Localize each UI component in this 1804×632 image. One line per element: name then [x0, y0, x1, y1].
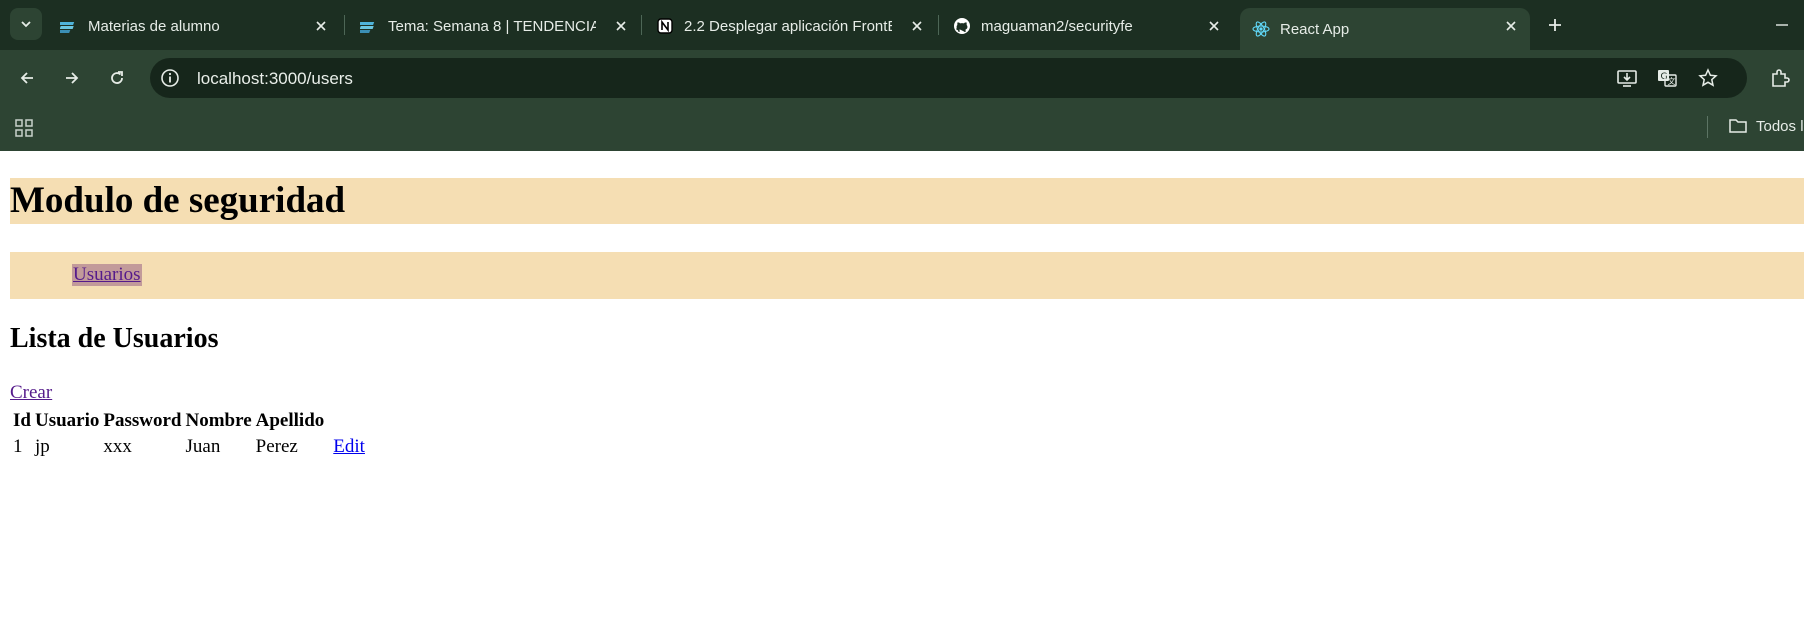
close-icon[interactable]: [312, 17, 330, 35]
cell-password: xxx: [103, 436, 132, 457]
close-icon[interactable]: [908, 17, 926, 35]
back-button[interactable]: [12, 63, 42, 93]
column-header-usuario: Usuario: [34, 410, 100, 431]
bookmark-star-icon[interactable]: [1697, 67, 1719, 89]
folder-icon: [1728, 116, 1748, 136]
cell-nombre: Juan: [185, 436, 221, 457]
close-icon[interactable]: [1502, 17, 1520, 35]
address-bar[interactable]: localhost:3000/users G文: [150, 58, 1747, 98]
tab-divider: [938, 15, 939, 35]
tab-tema[interactable]: Tema: Semana 8 | TENDENCIAS: [348, 8, 640, 44]
notion-icon: [656, 17, 674, 35]
translate-icon[interactable]: G文: [1656, 67, 1678, 89]
column-header-actions: [327, 409, 369, 433]
cell-apellido: Perez: [255, 436, 298, 457]
tab-title: maguaman2/securityfe: [981, 17, 1133, 35]
browser-chrome: Materias de alumno Tema: Semana 8 | TEND…: [0, 0, 1804, 151]
close-icon[interactable]: [1205, 17, 1223, 35]
cell-actions: Edit: [327, 435, 369, 459]
puzzle-icon: [1772, 69, 1790, 87]
tab-materias[interactable]: Materias de alumno: [48, 8, 340, 44]
column-header-id: Id: [13, 410, 31, 431]
all-bookmarks-label: Todos l: [1756, 117, 1804, 135]
create-link[interactable]: Crear: [10, 382, 52, 404]
install-app-icon[interactable]: [1616, 67, 1638, 89]
tab-divider: [641, 15, 642, 35]
svg-text:G: G: [1661, 72, 1668, 82]
tab-title: Tema: Semana 8 | TENDENCIAS: [388, 17, 596, 35]
table-header-row: Id Usuario Password Nombre Apellido: [12, 409, 369, 433]
column-header-apellido: Apellido: [255, 410, 325, 431]
column-header-password: Password: [103, 410, 182, 431]
reload-button[interactable]: [102, 63, 132, 93]
edit-link[interactable]: Edit: [333, 436, 365, 457]
chevron-down-icon: [21, 21, 31, 28]
tab-title: Materias de alumno: [88, 17, 220, 35]
apps-grid-icon[interactable]: [12, 116, 36, 140]
github-icon: [953, 17, 971, 35]
close-icon[interactable]: [612, 17, 630, 35]
section-title: Lista de Usuarios: [10, 323, 219, 354]
bookmarks-divider: [1707, 116, 1708, 138]
table-row: 1 jp xxx Juan Perez Edit: [12, 435, 369, 459]
cell-usuario: jp: [34, 436, 50, 457]
arrow-right-icon: [66, 72, 79, 84]
nav-link-usuarios[interactable]: Usuarios: [72, 264, 142, 286]
minimize-button[interactable]: [1768, 11, 1796, 39]
react-icon: [1252, 20, 1270, 38]
site-info-icon[interactable]: [159, 67, 181, 89]
svg-text:文: 文: [1668, 76, 1676, 86]
page-title: Modulo de seguridad: [10, 180, 346, 221]
tab-title: React App: [1280, 20, 1350, 38]
app-nav: Usuarios: [10, 252, 1804, 299]
arrow-left-icon: [20, 72, 33, 84]
cell-id: 1: [13, 436, 23, 457]
reload-icon: [111, 71, 123, 84]
tab-title: 2.2 Desplegar aplicación FrontE: [684, 17, 892, 35]
extensions-button[interactable]: [1766, 64, 1794, 92]
url-text[interactable]: localhost:3000/users: [197, 69, 353, 89]
tab-strip: Materias de alumno Tema: Semana 8 | TEND…: [0, 0, 1804, 50]
minimize-icon: [1776, 24, 1788, 26]
tab-github[interactable]: maguaman2/securityfe: [941, 8, 1233, 44]
tab-divider: [344, 15, 345, 35]
web-page: Modulo de seguridad Usuarios Lista de Us…: [0, 151, 1804, 632]
plus-icon: [1549, 19, 1561, 31]
column-header-nombre: Nombre: [185, 410, 252, 431]
tab-search-button[interactable]: [10, 8, 42, 40]
tab-react-app[interactable]: React App: [1240, 8, 1530, 50]
new-tab-button[interactable]: [1541, 11, 1569, 39]
books-icon: [360, 17, 378, 35]
bookmarks-bar: Todos l: [0, 106, 1804, 151]
books-icon: [60, 17, 78, 35]
forward-button[interactable]: [57, 63, 87, 93]
users-table: Id Usuario Password Nombre Apellido 1 jp…: [10, 407, 371, 461]
browser-toolbar: localhost:3000/users G文: [0, 50, 1804, 106]
tab-desplegar[interactable]: 2.2 Desplegar aplicación FrontE: [644, 8, 936, 44]
app-header: Modulo de seguridad: [10, 178, 1804, 224]
all-bookmarks-folder[interactable]: Todos l: [1728, 116, 1804, 136]
